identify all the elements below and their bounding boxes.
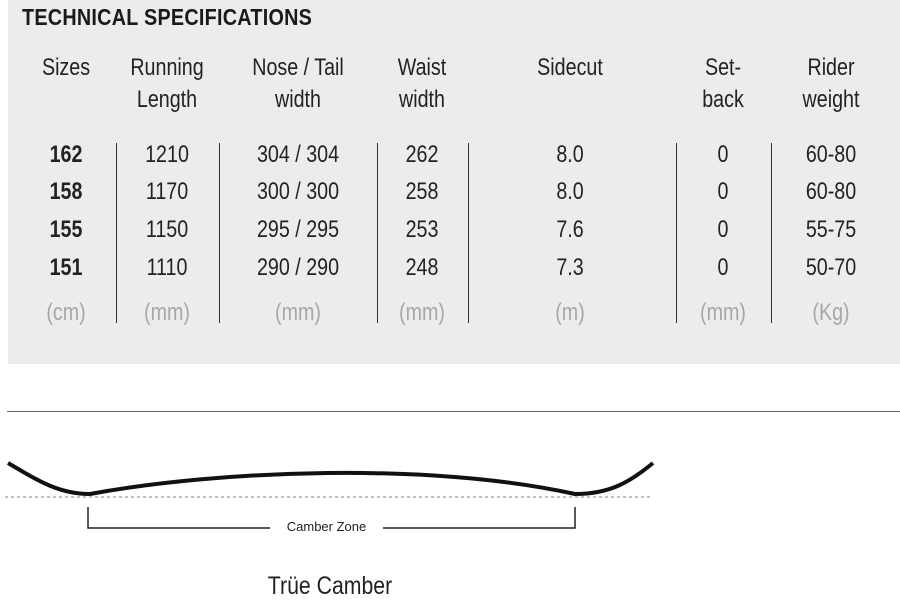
column-header: Sizes [42,52,90,84]
board-profile-curve [6,461,655,497]
unit-cell: (cm) [46,299,86,326]
spec-cell: 248 [405,254,439,281]
size-cell: 158 [49,178,83,205]
spec-cell: 304 / 304 [256,141,340,168]
profile-name: Trüe Camber [267,572,393,600]
column-header-line: width [399,86,445,113]
unit-cell: (mm) [144,299,190,326]
size-cell: 155 [49,216,83,243]
camber-zone-label: Camber Zone [271,519,382,534]
column-divider [219,143,220,323]
size-cell: 162 [49,141,83,168]
unit-cell: (mm) [700,299,746,326]
column-header: Set-back [702,52,744,116]
spec-cell: 60-80 [805,141,857,168]
spec-cell: 1170 [145,178,189,205]
spec-cell: 300 / 300 [256,178,340,205]
spec-cell: 55-75 [805,216,857,243]
column-header-line: back [702,86,744,113]
column-divider [771,143,772,323]
column-header-line: Length [136,86,198,113]
spec-cell: 1210 [145,141,189,168]
unit-cell: (mm) [275,299,321,326]
column-divider [468,143,469,323]
column-header: Sidecut [537,52,603,84]
spec-title: TECHNICAL SPECIFICATIONS [22,4,313,30]
section-divider [7,411,900,412]
camber-zone-bracket-right [383,507,576,529]
column-header: Waist width [398,52,446,116]
spec-cell: 8.0 [556,141,584,168]
unit-cell: (Kg) [812,299,850,326]
column-header-line: Rider [807,54,855,81]
column-header-line: Set- [704,54,742,81]
column-header: Rider weight [803,52,860,116]
spec-cell: 0 [717,141,729,168]
spec-cell: 290 / 290 [256,254,340,281]
spec-cell: 7.6 [556,216,584,243]
column-header: Running Length [130,52,203,116]
column-divider [377,143,378,323]
column-header: Nose / Tail width [252,52,344,116]
spec-cell: 0 [717,254,729,281]
column-header-line: Nose / Tail [252,54,344,81]
spec-cell: 1150 [145,216,189,243]
column-header-line: Sidecut [537,54,603,81]
spec-cell: 295 / 295 [256,216,340,243]
spec-cell: 253 [405,216,439,243]
column-header-line: width [275,86,321,113]
column-header-line: weight [802,86,860,113]
spec-cell: 262 [405,141,439,168]
unit-cell: (mm) [399,299,445,326]
camber-profile-diagram [5,461,655,529]
column-divider [116,143,117,323]
spec-cell: 50-70 [805,254,857,281]
column-header-line: Waist [397,54,447,81]
spec-cell: 1110 [146,254,188,281]
camber-zone-bracket-left [87,507,270,529]
column-header-line: Sizes [41,54,91,81]
spec-cell: 258 [405,178,439,205]
spec-cell: 60-80 [805,178,857,205]
column-header-line: Running [130,54,204,81]
spec-cell: 0 [717,178,729,205]
spec-cell: 7.3 [556,254,584,281]
column-divider [676,143,677,323]
spec-cell: 0 [717,216,729,243]
spec-cell: 8.0 [556,178,584,205]
unit-cell: (m) [555,299,585,326]
size-cell: 151 [49,254,83,281]
